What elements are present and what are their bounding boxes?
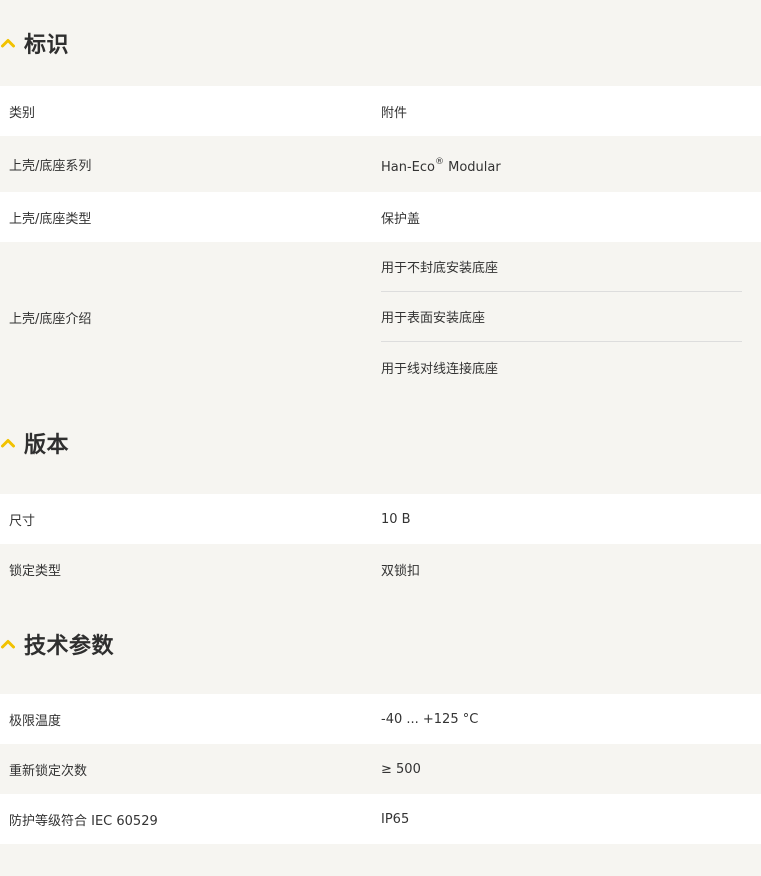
table-row: 上壳/底座系列 Han-Eco® Modular — [0, 136, 761, 192]
section-title: 技术参数 — [24, 634, 115, 659]
section-header-version[interactable]: 版本 — [0, 392, 761, 494]
row-value: 10 B — [381, 511, 411, 527]
table-row: 锁定类型 双锁扣 — [0, 544, 761, 594]
value-main: Han-Eco — [381, 159, 435, 175]
row-value: -40 ... +125 °C — [381, 711, 479, 727]
spec-table: 尺寸 10 B 锁定类型 双锁扣 — [0, 494, 761, 594]
row-value-list: 用于不封底安装底座 用于表面安装底座 用于线对线连接底座 — [381, 242, 742, 392]
section-version: 版本 尺寸 10 B 锁定类型 双锁扣 — [0, 392, 761, 594]
chevron-up-icon — [0, 638, 16, 650]
table-row: 极限温度 -40 ... +125 °C — [0, 694, 761, 744]
row-label: 重新锁定次数 — [9, 763, 88, 779]
row-label: 防护等级符合 IEC 60529 — [9, 813, 158, 829]
row-value: 附件 — [381, 105, 408, 121]
row-value: 双锁扣 — [381, 563, 421, 579]
row-value: ≥ 500 — [381, 761, 421, 777]
row-label: 极限温度 — [9, 713, 62, 729]
section-header-technical-data[interactable]: 技术参数 — [0, 594, 761, 694]
registered-mark: ® — [435, 156, 444, 167]
row-label: 上壳/底座系列 — [9, 158, 92, 174]
row-label: 上壳/底座介绍 — [9, 311, 92, 327]
table-row: 类别 附件 — [0, 86, 761, 136]
row-value: 保护盖 — [381, 211, 421, 227]
row-label: 锁定类型 — [9, 563, 62, 579]
value-tail: Modular — [444, 159, 501, 175]
product-spec-page: 标识 类别 附件 上壳/底座系列 Han-Eco® Modular 上壳/底座类… — [0, 0, 761, 876]
section-header-identification[interactable]: 标识 — [0, 0, 761, 86]
spec-table: 类别 附件 上壳/底座系列 Han-Eco® Modular 上壳/底座类型 保… — [0, 86, 761, 392]
row-value: IP65 — [381, 811, 410, 827]
list-item: 用于不封底安装底座 — [381, 242, 742, 292]
row-value: Han-Eco® Modular — [381, 154, 761, 175]
table-row: 尺寸 10 B — [0, 494, 761, 544]
section-technical-data: 技术参数 极限温度 -40 ... +125 °C 重新锁定次数 ≥ 500 防… — [0, 594, 761, 844]
list-item: 用于线对线连接底座 — [381, 361, 499, 377]
table-row: 防护等级符合 IEC 60529 IP65 — [0, 794, 761, 844]
row-label: 上壳/底座类型 — [9, 211, 92, 227]
table-row: 重新锁定次数 ≥ 500 — [0, 744, 761, 794]
row-label: 尺寸 — [9, 513, 36, 529]
section-title: 版本 — [24, 433, 70, 458]
list-item: 用于表面安装底座 — [381, 292, 742, 342]
row-label: 类别 — [9, 105, 36, 121]
chevron-up-icon — [0, 37, 16, 49]
section-title: 标识 — [24, 33, 70, 58]
section-identification: 标识 类别 附件 上壳/底座系列 Han-Eco® Modular 上壳/底座类… — [0, 0, 761, 392]
table-row: 上壳/底座介绍 用于不封底安装底座 用于表面安装底座 用于线对线连接底座 — [0, 242, 761, 392]
spec-table: 极限温度 -40 ... +125 °C 重新锁定次数 ≥ 500 防护等级符合… — [0, 694, 761, 844]
chevron-up-icon — [0, 437, 16, 449]
table-row: 上壳/底座类型 保护盖 — [0, 192, 761, 242]
